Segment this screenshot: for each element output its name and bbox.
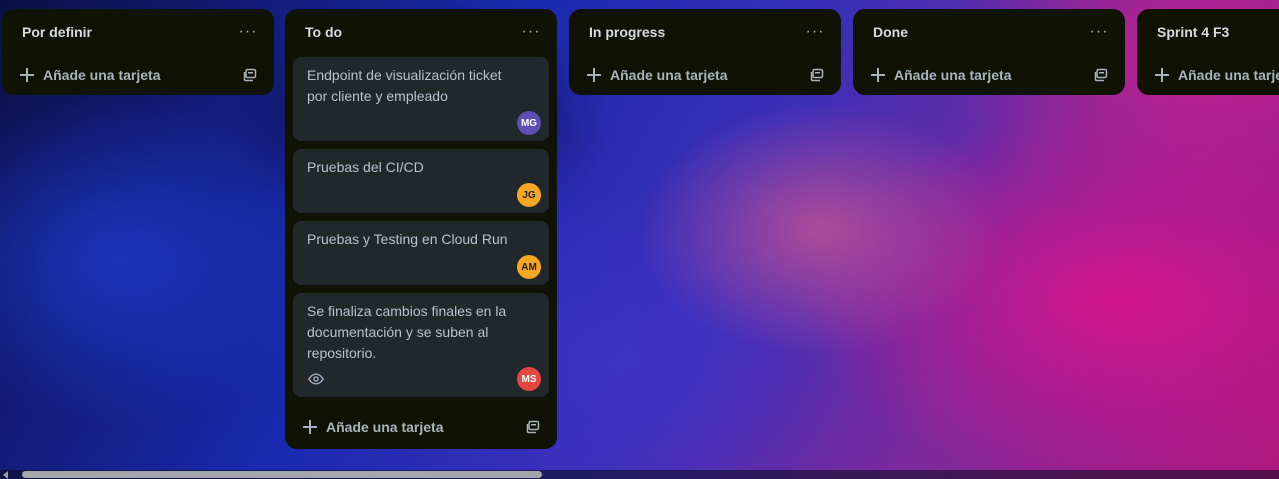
add-card-button[interactable]: Añade una tarjeta: [870, 67, 1011, 83]
board-canvas: Por definir ··· Añade una tarjeta To do …: [0, 0, 1279, 479]
list-menu-ellipsis-icon[interactable]: ···: [803, 20, 827, 44]
card-footer: MG: [307, 111, 541, 135]
card-footer: AM: [307, 255, 541, 279]
list-to-do: To do ··· Endpoint de visualización tick…: [285, 9, 557, 449]
avatar[interactable]: MG: [517, 111, 541, 135]
list-done: Done ··· Añade una tarjeta: [853, 9, 1125, 95]
add-card-label: Añade una tarjeta: [326, 419, 444, 435]
add-card-row: Añade una tarjeta: [2, 55, 274, 95]
add-card-row: Añade una tarjeta: [569, 55, 841, 95]
card-title: Endpoint de visualización ticket por cli…: [307, 67, 502, 104]
list-header: Por definir ···: [2, 9, 274, 55]
card-title: Pruebas y Testing en Cloud Run: [307, 231, 508, 247]
card-footer: MS: [307, 367, 541, 391]
plus-icon: [870, 67, 886, 83]
plus-icon: [1154, 67, 1170, 83]
card-list: Endpoint de visualización ticket por cli…: [285, 55, 557, 397]
card[interactable]: Pruebas y Testing en Cloud Run AM: [293, 221, 549, 285]
card[interactable]: Endpoint de visualización ticket por cli…: [293, 57, 549, 141]
list-header: To do ···: [285, 9, 557, 55]
list-title[interactable]: Sprint 4 F3: [1157, 24, 1229, 40]
scroll-left-arrow-icon[interactable]: [3, 471, 8, 479]
add-card-button[interactable]: Añade una tarjeta: [586, 67, 727, 83]
list-title[interactable]: Por definir: [22, 24, 92, 40]
add-card-label: Añade una tarjeta: [1178, 67, 1279, 83]
add-card-button[interactable]: Añade una tarjeta: [19, 67, 160, 83]
plus-icon: [19, 67, 35, 83]
card-title: Pruebas del CI/CD: [307, 159, 424, 175]
list-title[interactable]: Done: [873, 24, 908, 40]
add-card-label: Añade una tarjeta: [610, 67, 728, 83]
list-por-definir: Por definir ··· Añade una tarjeta: [2, 9, 274, 95]
eye-icon: [307, 370, 325, 388]
add-card-button[interactable]: Añade una tarjeta: [302, 419, 443, 435]
list-header: Sprint 4 F3: [1137, 9, 1279, 55]
list-menu-ellipsis-icon[interactable]: ···: [236, 20, 260, 44]
add-card-row: Añade una tarjeta: [285, 405, 557, 449]
card-template-icon[interactable]: [242, 67, 258, 83]
list-menu-ellipsis-icon[interactable]: ···: [519, 20, 543, 44]
list-header: In progress ···: [569, 9, 841, 55]
card[interactable]: Pruebas del CI/CD JG: [293, 149, 549, 213]
plus-icon: [586, 67, 602, 83]
avatar[interactable]: MS: [517, 367, 541, 391]
list-menu-ellipsis-icon[interactable]: ···: [1087, 20, 1111, 44]
add-card-button[interactable]: Añade una tarjeta: [1154, 67, 1279, 83]
list-header: Done ···: [853, 9, 1125, 55]
list-in-progress: In progress ··· Añade una tarjeta: [569, 9, 841, 95]
card[interactable]: Se finaliza cambios finales en la docume…: [293, 293, 549, 397]
add-card-row: Añade una tarjeta: [1137, 55, 1279, 95]
add-card-row: Añade una tarjeta: [853, 55, 1125, 95]
avatar[interactable]: AM: [517, 255, 541, 279]
list-sprint-4-f3: Sprint 4 F3 Añade una tarjeta: [1137, 9, 1279, 95]
card-template-icon[interactable]: [1093, 67, 1109, 83]
card-title: Se finaliza cambios finales en la docume…: [307, 303, 507, 361]
avatar[interactable]: JG: [517, 183, 541, 207]
list-title[interactable]: In progress: [589, 24, 665, 40]
card-template-icon[interactable]: [809, 67, 825, 83]
card-template-icon[interactable]: [525, 419, 541, 435]
add-card-label: Añade una tarjeta: [894, 67, 1012, 83]
card-footer: JG: [307, 183, 541, 207]
scrollbar-thumb[interactable]: [22, 471, 542, 478]
plus-icon: [302, 419, 318, 435]
list-title[interactable]: To do: [305, 24, 342, 40]
add-card-label: Añade una tarjeta: [43, 67, 161, 83]
